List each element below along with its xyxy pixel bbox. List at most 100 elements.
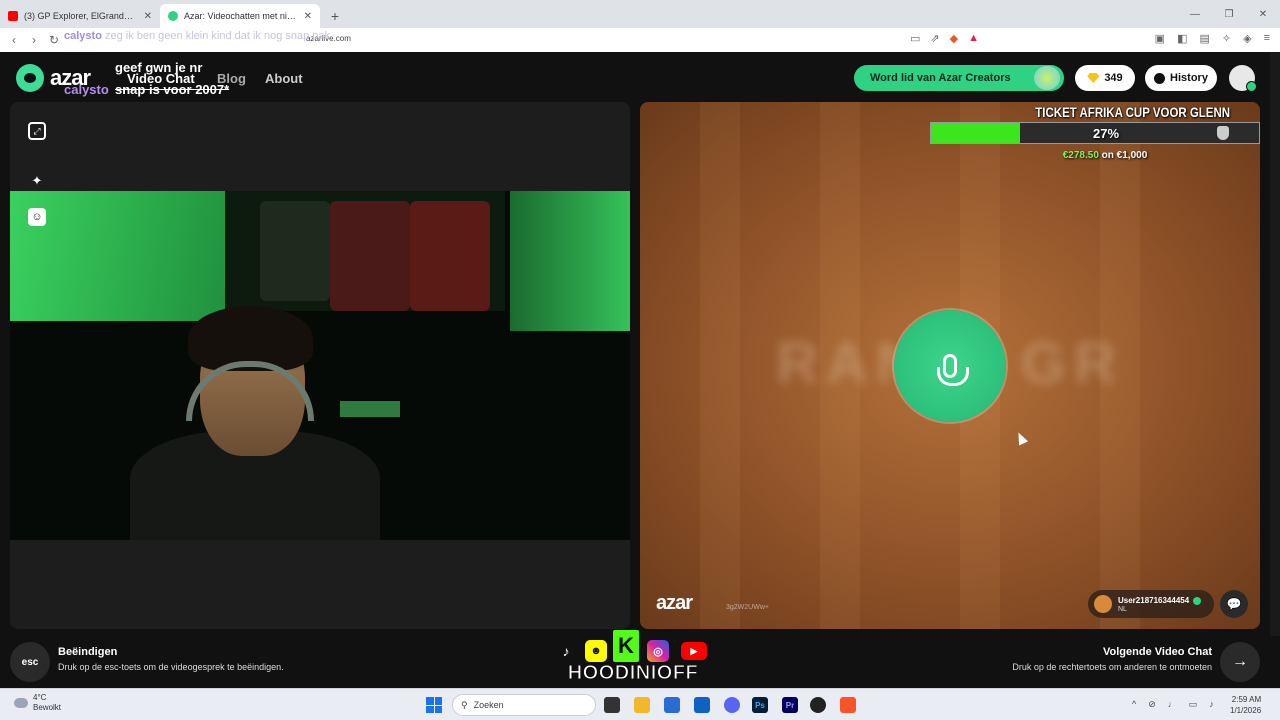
close-icon[interactable]: ✕ xyxy=(144,11,152,22)
creators-label: Word lid van Azar Creators xyxy=(870,72,1011,84)
weather-widget[interactable]: 4°C Bewolkt xyxy=(14,693,61,713)
tiktok-icon: ♪ xyxy=(555,640,577,662)
cast-icon[interactable]: ▭ xyxy=(910,32,920,45)
kick-icon: K xyxy=(613,630,639,662)
vpn-icon[interactable]: ◈ xyxy=(1243,32,1251,45)
cloud-icon xyxy=(14,698,28,708)
instagram-icon: ◎ xyxy=(647,640,669,662)
store-icon[interactable] xyxy=(664,697,680,713)
file-explorer-icon[interactable] xyxy=(634,697,650,713)
ticket-goal: on €1,000 xyxy=(1101,150,1148,161)
youtube-icon xyxy=(8,11,18,21)
face-filter-icon[interactable]: ☺ xyxy=(28,208,46,226)
effects-icon[interactable]: ✦ xyxy=(28,172,46,190)
obs-icon[interactable] xyxy=(810,697,826,713)
tab-azar[interactable]: Azar: Videochatten met nieu... ✕ xyxy=(160,4,320,28)
next-chat-title: Volgende Video Chat xyxy=(1103,646,1212,658)
maximize-button[interactable]: ❐ xyxy=(1212,0,1246,28)
menu-icon[interactable]: ≡ xyxy=(1264,32,1270,45)
microphone-icon xyxy=(937,354,969,386)
display-icon[interactable]: ▭ xyxy=(1189,699,1198,710)
search-placeholder: Zoeken xyxy=(473,700,504,710)
end-call-title: Beëindigen xyxy=(58,646,118,658)
system-tray: ^ ⊘ ♩ ▭ ♪ xyxy=(1132,699,1214,710)
minimize-button[interactable]: — xyxy=(1178,0,1212,28)
stream-chat-line: calysto zeg ik ben geen klein kind dat i… xyxy=(64,30,333,42)
browser-toolbar-right: ▣ ◧ ▤ ✧ ◈ ≡ xyxy=(1155,32,1270,45)
window-controls: — ❐ ✕ xyxy=(1178,0,1280,28)
coins-count: 349 xyxy=(1104,72,1123,84)
weather-temp: 4°C xyxy=(33,693,47,702)
streamer-socials: ♪ ☻ K ◎ ▶ HOODINIOFF xyxy=(553,630,713,688)
partner-username: User218716344454 xyxy=(1118,595,1190,605)
call-controls-bar: esc Beëindigen Druk op de esc-toets om d… xyxy=(0,630,1280,688)
extensions-icon[interactable]: ▣ xyxy=(1155,32,1165,45)
brave-shield-icon[interactable]: ◆ xyxy=(950,32,958,45)
ticket-progress-bar: 27% xyxy=(930,122,1260,144)
page-scrollbar[interactable] xyxy=(1270,52,1280,688)
history-label: History xyxy=(1170,72,1208,84)
snapchat-icon: ☻ xyxy=(585,640,607,662)
partner-avatar xyxy=(1094,595,1112,613)
taskbar-clock[interactable]: 2:59 AM 1/1/2026 xyxy=(1230,694,1261,716)
ticket-raised: €278.50 xyxy=(1062,150,1099,161)
partner-code: 3g2W2UWw+ xyxy=(726,604,769,611)
start-button[interactable] xyxy=(426,697,442,713)
wallet-icon[interactable]: ▤ xyxy=(1199,32,1209,45)
partner-country: NL xyxy=(1118,605,1127,613)
history-button[interactable]: History xyxy=(1145,65,1217,91)
premiere-icon[interactable]: Pr xyxy=(782,697,798,713)
tab-title: Azar: Videochatten met nieu... xyxy=(184,11,298,21)
new-tab-button[interactable]: + xyxy=(324,5,346,27)
stream-chat-overlay-2: snap is voor 2007* xyxy=(115,82,230,97)
chat-message: zeg ik ben geen klein kind dat ik nog sn… xyxy=(104,30,334,42)
volume-icon[interactable]: ♪ xyxy=(1209,699,1214,710)
partner-azar-watermark: azar xyxy=(656,592,693,614)
browser-tab-strip: (3) GP Explorer, ElGrandeToto, Zed, L ✕ … xyxy=(0,0,1280,28)
streamer-handle: HOODINIOFF xyxy=(567,662,699,685)
azar-logo-icon xyxy=(16,64,44,92)
stream-chat-username: calysto xyxy=(64,82,109,97)
next-chat-button[interactable]: → xyxy=(1220,642,1260,682)
tab-youtube[interactable]: (3) GP Explorer, ElGrandeToto, Zed, L ✕ xyxy=(0,4,160,28)
back-icon[interactable]: ‹ xyxy=(4,33,24,47)
taskbar-date: 1/1/2026 xyxy=(1230,706,1262,715)
chevron-up-icon[interactable]: ^ xyxy=(1132,699,1136,710)
azar-creators-button[interactable]: Word lid van Azar Creators xyxy=(854,65,1064,91)
address-bar-actions: ▭ ⇗ ◆ ▲ xyxy=(910,32,979,45)
task-view-icon[interactable] xyxy=(604,697,620,713)
gem-icon xyxy=(1087,73,1100,83)
self-video-panel: ⤢ ✦ ☺ xyxy=(10,102,630,629)
leo-icon[interactable]: ✧ xyxy=(1222,32,1231,45)
expand-icon[interactable]: ⤢ xyxy=(28,122,46,140)
forward-icon[interactable]: › xyxy=(24,33,44,47)
clock-icon xyxy=(1154,72,1166,84)
nav-about[interactable]: About xyxy=(265,71,303,86)
azar-icon xyxy=(168,11,178,21)
creators-badge-icon xyxy=(1034,66,1060,90)
network-icon[interactable]: ⊘ xyxy=(1148,699,1156,710)
share-icon[interactable]: ⇗ xyxy=(930,32,939,45)
reload-icon[interactable]: ↻ xyxy=(44,33,64,47)
outlook-icon[interactable] xyxy=(694,697,710,713)
close-icon[interactable]: ✕ xyxy=(304,11,312,22)
taskbar-search[interactable]: ⚲ Zoeken xyxy=(452,694,596,716)
windows-taskbar: 4°C Bewolkt ⚲ Zoeken Ps Pr ^ ⊘ ♩ ▭ ♪ 2:5… xyxy=(0,688,1280,720)
end-call-button[interactable]: esc xyxy=(10,642,50,682)
self-camera-feed xyxy=(10,191,630,540)
chat-icon[interactable]: 💬 xyxy=(1220,590,1248,618)
partner-user-chip[interactable]: User218716344454 NL xyxy=(1088,590,1214,618)
verified-icon xyxy=(1193,596,1202,605)
ticket-goal-title: TICKET AFRIKA CUP VOOR GLENN xyxy=(1035,104,1231,120)
close-window-button[interactable]: ✕ xyxy=(1246,0,1280,28)
search-icon: ⚲ xyxy=(461,699,468,710)
rewards-icon[interactable]: ▲ xyxy=(968,32,979,45)
coins-button[interactable]: 349 xyxy=(1075,65,1135,91)
discord-icon[interactable] xyxy=(724,697,740,713)
mic-tray-icon[interactable]: ♩ xyxy=(1168,699,1177,710)
photoshop-icon[interactable]: Ps xyxy=(752,697,768,713)
sidebar-icon[interactable]: ◧ xyxy=(1177,32,1187,45)
avatar[interactable] xyxy=(1229,65,1257,92)
microphone-button[interactable] xyxy=(894,310,1006,422)
brave-browser-icon[interactable] xyxy=(840,697,856,713)
